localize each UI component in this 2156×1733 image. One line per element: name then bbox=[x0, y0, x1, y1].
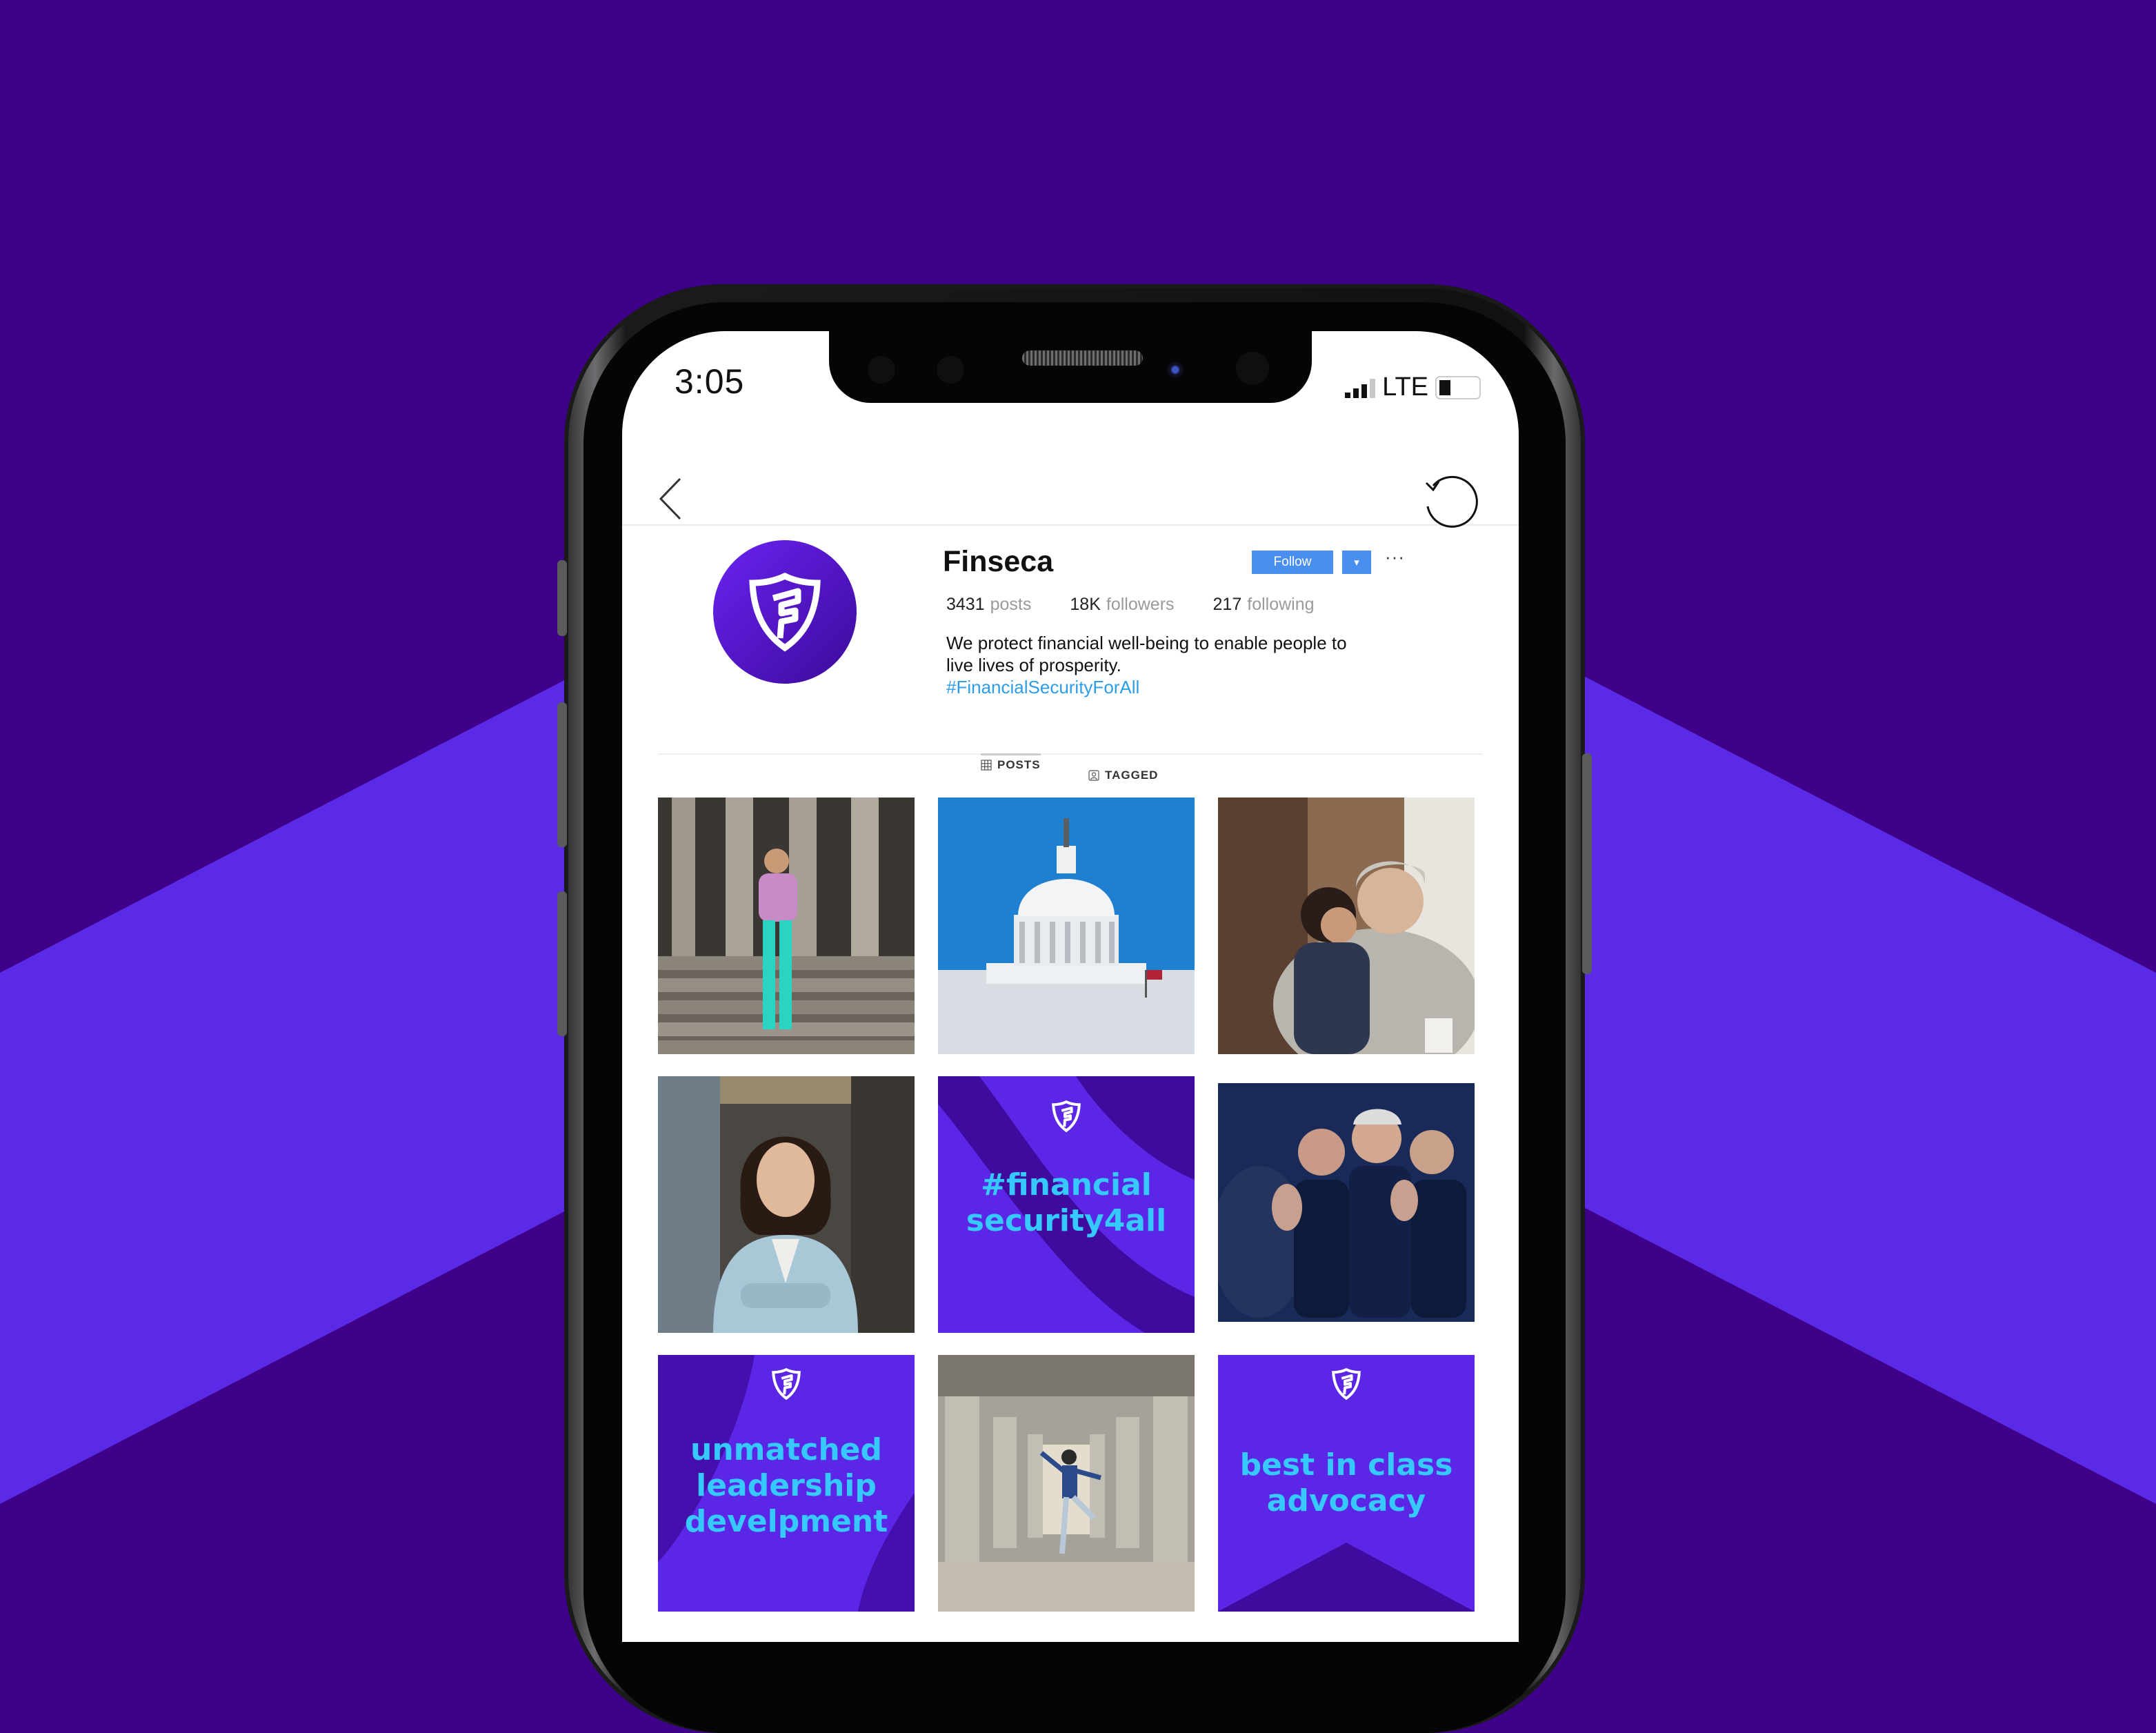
photo-capitol-building bbox=[938, 798, 1195, 1054]
photo-smiling-businesswoman bbox=[658, 1076, 915, 1333]
phone-power-button bbox=[1582, 753, 1592, 974]
refresh-icon[interactable] bbox=[1421, 473, 1479, 531]
photo-grandmother-and-child bbox=[1218, 798, 1475, 1054]
post-thumbnail-financial-security4all[interactable]: #financial security4all bbox=[938, 1076, 1195, 1333]
followers-label: followers bbox=[1106, 595, 1175, 614]
bio-line: live lives of prosperity. bbox=[946, 655, 1121, 675]
profile-username: Finseca bbox=[943, 545, 1054, 578]
status-time: 3:05 bbox=[675, 362, 745, 401]
finseca-shield-logo-icon bbox=[772, 1367, 801, 1400]
tile-caption-line: develpment bbox=[684, 1504, 888, 1539]
tile-caption-line: best in class bbox=[1239, 1447, 1453, 1483]
tagged-user-icon bbox=[1088, 770, 1099, 781]
tile-caption-line: advocacy bbox=[1266, 1483, 1426, 1518]
bio-hashtag-link[interactable]: #FinancialSecurityForAll bbox=[946, 676, 1415, 698]
post-thumbnail-dancer[interactable] bbox=[938, 1355, 1195, 1612]
earpiece-speaker bbox=[1022, 350, 1143, 366]
posts-label: posts bbox=[990, 595, 1032, 614]
tab-posts-label: POSTS bbox=[997, 758, 1041, 771]
chevron-left-icon[interactable] bbox=[657, 475, 684, 523]
photo-audience-applauding bbox=[1218, 1076, 1475, 1333]
post-thumbnail-best-in-class-advocacy[interactable]: best in class advocacy bbox=[1218, 1355, 1475, 1612]
post-thumbnail-businesswoman[interactable] bbox=[658, 1076, 915, 1333]
signal-icon bbox=[1345, 377, 1376, 398]
follow-dropdown-button[interactable]: ▾ bbox=[1342, 551, 1371, 574]
profile-tabs: POSTS TAGGED bbox=[658, 753, 1483, 796]
photo-girl-on-steps bbox=[658, 798, 915, 1054]
tile-caption-line: security4all bbox=[966, 1203, 1167, 1238]
battery-icon bbox=[1435, 375, 1481, 399]
followers-stat[interactable]: 18K followers bbox=[1070, 595, 1174, 615]
following-stat[interactable]: 217 following bbox=[1213, 595, 1315, 615]
phone-side-button bbox=[557, 560, 567, 636]
phone-volume-down bbox=[557, 891, 567, 1036]
finseca-shield-logo-icon bbox=[1052, 1100, 1081, 1133]
following-count: 217 bbox=[1212, 595, 1242, 614]
tile-caption: #financial security4all bbox=[938, 1167, 1195, 1239]
following-label: following bbox=[1247, 595, 1315, 614]
posts-stat[interactable]: 3431 posts bbox=[946, 595, 1031, 615]
bio-line: We protect financial well-being to enabl… bbox=[946, 633, 1347, 653]
sensor-dot bbox=[1236, 352, 1269, 385]
phone-notch bbox=[829, 331, 1312, 403]
post-thumbnail-unmatched-leadership[interactable]: unmatched leadership develpment bbox=[658, 1355, 915, 1612]
tile-caption: best in class advocacy bbox=[1218, 1447, 1475, 1519]
profile-avatar[interactable] bbox=[713, 540, 857, 684]
status-indicators: LTE bbox=[1345, 373, 1481, 402]
photo-dancer-under-bridge bbox=[938, 1355, 1195, 1612]
sensor-dot bbox=[937, 356, 964, 384]
tab-tagged-label: TAGGED bbox=[1105, 769, 1159, 782]
tile-caption-line: unmatched bbox=[690, 1432, 882, 1467]
posts-count: 3431 bbox=[946, 595, 985, 614]
grid-icon bbox=[981, 760, 992, 771]
sensor-dot bbox=[868, 356, 895, 384]
post-thumbnail-girl-on-steps[interactable] bbox=[658, 798, 915, 1054]
profile-stats: 3431 posts 18K followers 217 following bbox=[946, 595, 1353, 615]
post-thumbnail-audience[interactable] bbox=[1218, 1076, 1475, 1333]
top-nav-bar bbox=[622, 442, 1519, 528]
tile-caption-line: leadership bbox=[696, 1468, 877, 1503]
front-camera-icon bbox=[1167, 362, 1184, 378]
app-screen: 3:05 LTE Finseca Follow ▾ ··· 3431 posts … bbox=[622, 331, 1519, 1642]
post-thumbnail-capitol[interactable] bbox=[938, 798, 1195, 1054]
more-options-button[interactable]: ··· bbox=[1385, 546, 1405, 568]
phone-volume-up bbox=[557, 702, 567, 847]
network-label: LTE bbox=[1382, 373, 1428, 402]
tab-posts[interactable]: POSTS bbox=[981, 753, 1041, 772]
tile-caption: unmatched leadership develpment bbox=[658, 1432, 915, 1540]
profile-bio: We protect financial well-being to enabl… bbox=[946, 632, 1415, 698]
tile-caption-line: #financial bbox=[981, 1167, 1152, 1202]
post-thumbnail-grandmother-child[interactable] bbox=[1218, 798, 1475, 1054]
follow-button[interactable]: Follow bbox=[1252, 551, 1333, 574]
followers-count: 18K bbox=[1070, 595, 1101, 614]
tab-tagged[interactable]: TAGGED bbox=[1088, 769, 1158, 782]
finseca-shield-logo-icon bbox=[749, 573, 821, 652]
finseca-shield-logo-icon bbox=[1332, 1367, 1361, 1400]
